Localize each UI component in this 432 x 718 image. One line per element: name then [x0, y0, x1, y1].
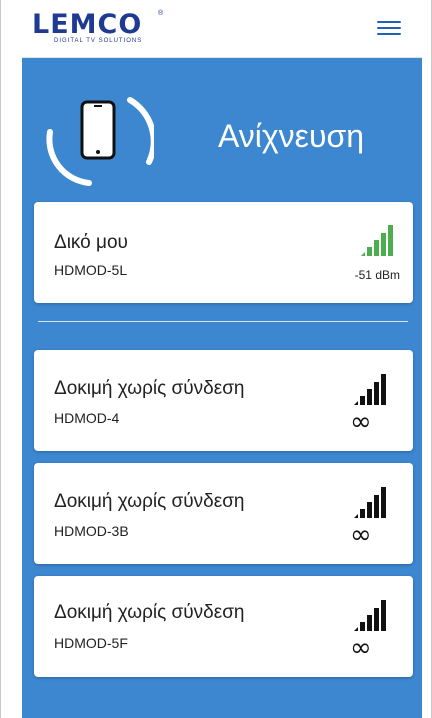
infinity-icon: ∞ [350, 407, 372, 437]
device-name: Δοκιμή χωρίς σύνδεση [54, 491, 245, 512]
page-title: Ανίχνευση [218, 118, 364, 154]
infinity-icon: ∞ [350, 520, 372, 550]
phone-scan-icon [46, 97, 154, 186]
device-model: HDMOD-4 [54, 410, 120, 426]
signal-dbm: -51 dBm [354, 268, 400, 282]
logo-registered-mark: ® [158, 10, 164, 17]
device-model: HDMOD-5F [54, 635, 128, 651]
no-signal-icon [354, 374, 386, 405]
logo-text: LEMCO [32, 9, 143, 40]
logo-subtitle: DIGITAL TV SOLUTIONS [54, 38, 143, 44]
signal-strength-icon [361, 225, 393, 256]
device-name: Δοκιμή χωρίς σύνδεση [54, 378, 245, 399]
app-header: LEMCO ® DIGITAL TV SOLUTIONS [22, 0, 422, 58]
lemco-logo: LEMCO ® DIGITAL TV SOLUTIONS [32, 10, 182, 48]
my-device-card[interactable]: Δικό μου HDMOD-5L -51 dBm [34, 202, 413, 303]
no-signal-icon [354, 600, 386, 631]
device-card[interactable]: Δοκιμή χωρίς σύνδεση HDMOD-4 ∞ [34, 350, 413, 451]
device-card[interactable]: Δοκιμή χωρίς σύνδεση HDMOD-5F ∞ [34, 576, 413, 677]
device-card[interactable]: Δοκιμή χωρίς σύνδεση HDMOD-3B ∞ [34, 463, 413, 564]
device-name: Δικό μου [54, 232, 128, 253]
section-divider [38, 321, 408, 322]
app-screen: LEMCO ® DIGITAL TV SOLUTIONS Ανίχνευση Δ… [22, 0, 422, 718]
no-signal-icon [354, 487, 386, 518]
infinity-icon: ∞ [350, 633, 372, 663]
device-model: HDMOD-3B [54, 523, 129, 539]
hamburger-menu-icon[interactable] [377, 21, 401, 39]
device-model: HDMOD-5L [54, 262, 128, 278]
device-name: Δοκιμή χωρίς σύνδεση [54, 602, 245, 623]
